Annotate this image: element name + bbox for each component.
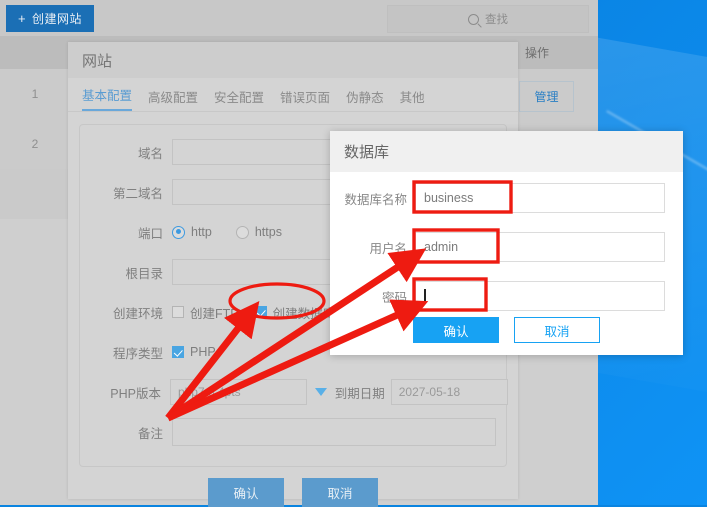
field-row-db-password: 密码 [330, 279, 683, 313]
create-site-button[interactable]: + 创建网站 [6, 5, 94, 32]
checkbox-php-icon [172, 346, 184, 358]
expire-date-label: 到期日期 [334, 386, 385, 401]
port-label: 端口 [137, 226, 163, 241]
radio-https-icon [235, 225, 249, 239]
tab-security-config[interactable]: 安全配置 [214, 87, 264, 111]
checkbox-ftp-icon [172, 306, 184, 318]
tab-advanced-config[interactable]: 高级配置 [148, 87, 198, 111]
plus-icon: + [17, 11, 27, 26]
app-toolbar: + 创建网站 查找 [0, 0, 598, 36]
chevron-down-icon[interactable] [314, 388, 327, 396]
site-panel-header: 网站 [68, 42, 518, 78]
radio-https[interactable]: https [235, 225, 282, 239]
radio-http-label: http [191, 225, 212, 239]
database-dialog-actions: 确认 取消 [330, 317, 683, 343]
checkbox-ftp-label: 创建FTP [190, 306, 239, 321]
text-cursor [424, 288, 426, 304]
tab-basic-config[interactable]: 基本配置 [82, 85, 133, 111]
checkbox-database-icon [254, 306, 267, 318]
search-icon [468, 13, 479, 25]
manage-button[interactable]: 管理 [519, 81, 574, 112]
db-password-input[interactable] [415, 281, 665, 311]
create-site-label: 创建网站 [32, 12, 83, 26]
db-confirm-button[interactable]: 确认 [413, 317, 499, 343]
database-dialog-header: 数据库 [330, 131, 683, 172]
db-user-label: 用户名 [369, 241, 407, 256]
db-name-input[interactable]: business [415, 183, 665, 213]
field-row-remark: 备注 [80, 415, 508, 449]
table-row-index [0, 169, 70, 219]
db-cancel-button[interactable]: 取消 [514, 317, 600, 343]
field-row-php-version: PHP版本 php7.3.4pts 到期日期 2027-05-18 [80, 375, 508, 409]
tab-other[interactable]: 其他 [400, 87, 425, 111]
checkbox-php-label: PHP [190, 345, 216, 359]
remark-input[interactable] [172, 418, 496, 446]
radio-http[interactable]: http [172, 225, 212, 239]
checkbox-create-database[interactable]: 创建数据库 [254, 303, 336, 322]
remark-label: 备注 [137, 426, 163, 441]
checkbox-php[interactable]: PHP [172, 345, 216, 359]
php-version-label: PHP版本 [110, 386, 161, 401]
domain-label: 域名 [137, 146, 163, 161]
checkbox-database-label: 创建数据库 [272, 306, 336, 321]
db-password-label: 密码 [381, 290, 407, 305]
field-row-db-user: 用户名 admin [330, 230, 683, 264]
radio-http-icon [172, 225, 185, 239]
database-dialog: 数据库 数据库名称 business 用户名 admin 密码 确认 取消 [330, 131, 683, 355]
tab-rewrite[interactable]: 伪静态 [346, 87, 384, 111]
checkbox-create-ftp[interactable]: 创建FTP [172, 303, 239, 322]
site-panel-actions: 确认 取消 [68, 478, 518, 507]
page-title: 网站 [82, 52, 113, 70]
site-confirm-button[interactable]: 确认 [208, 478, 284, 507]
environment-label: 创建环境 [112, 306, 163, 321]
site-panel-tabs: 基本配置 高级配置 安全配置 错误页面 伪静态 其他 [68, 78, 518, 112]
search-input[interactable]: 查找 [387, 5, 589, 33]
root-label: 根目录 [125, 266, 163, 281]
db-user-input[interactable]: admin [415, 232, 665, 262]
search-placeholder: 查找 [485, 14, 508, 26]
table-row-index: 2 [31, 137, 39, 151]
program-type-label: 程序类型 [112, 346, 163, 361]
table-row-index: 1 [31, 87, 39, 101]
field-row-db-name: 数据库名称 business [330, 181, 683, 215]
table-header-action: 操作 [525, 46, 550, 60]
second-domain-label: 第二域名 [112, 186, 163, 201]
expire-date-input[interactable]: 2027-05-18 [390, 379, 508, 405]
site-cancel-button[interactable]: 取消 [302, 478, 378, 507]
table-header-index [0, 36, 70, 69]
radio-https-label: https [254, 225, 282, 239]
tab-error-pages[interactable]: 错误页面 [280, 87, 330, 111]
db-name-label: 数据库名称 [344, 192, 407, 207]
database-dialog-title: 数据库 [344, 144, 390, 161]
php-version-select[interactable]: php7.3.4pts [169, 379, 307, 405]
